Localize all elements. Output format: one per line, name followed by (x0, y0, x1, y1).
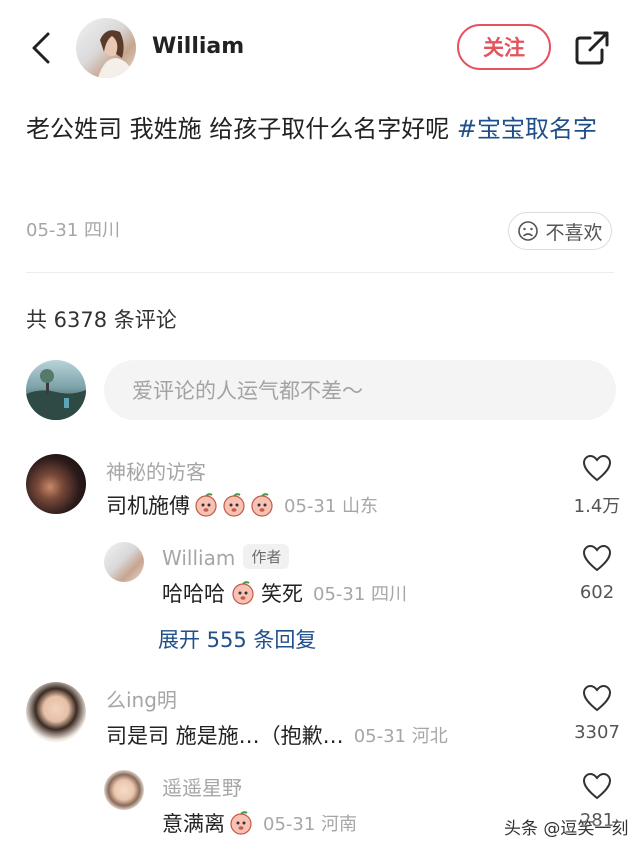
top-bar: William 关注 (0, 0, 640, 96)
divider (26, 272, 614, 273)
current-user-avatar (26, 360, 86, 420)
like-count: 602 (579, 582, 615, 603)
reply-author-name[interactable]: William (162, 546, 235, 570)
follow-button[interactable]: 关注 (457, 24, 551, 70)
comment-author[interactable]: 么ing明 (106, 684, 177, 713)
comment-body: 司机施傅 (106, 494, 190, 518)
post-meta: 05-31 四川 (26, 220, 121, 241)
comment-body: 意满离 (162, 812, 225, 836)
like-count: 3307 (574, 722, 620, 743)
share-icon (575, 31, 609, 65)
heart-icon (582, 544, 612, 572)
comment-text: 司机施傅 05-31 山东 (106, 490, 378, 520)
comment-item: 么ing明 司是司 施是施…（抱歉… 05-31 河北 3307 (0, 678, 640, 758)
like-count: 1.4万 (573, 496, 621, 517)
author-avatar[interactable] (76, 18, 136, 78)
heart-icon (582, 684, 612, 712)
hashtag-link[interactable]: #宝宝取名字 (457, 115, 597, 143)
comment-body: 司是司 施是施…（抱歉… (106, 724, 344, 748)
comment-meta: 05-31 四川 (313, 584, 408, 605)
post-text: 老公姓司 我姓施 给孩子取什么名字好呢 #宝宝取名字 (26, 108, 616, 150)
peach-emoji-icon (195, 493, 217, 517)
expand-replies-link[interactable]: 展开 555 条回复 (158, 624, 316, 654)
comment-body: 哈哈哈 (162, 582, 225, 606)
comment-meta: 05-31 山东 (284, 496, 379, 517)
comment-meta: 05-31 河南 (263, 814, 358, 835)
comment-item: 神秘的访客 司机施傅 05-31 山东 1.4万 (0, 448, 640, 528)
share-button[interactable] (572, 28, 612, 68)
heart-icon (582, 772, 612, 800)
chevron-left-icon (32, 32, 50, 64)
comment-text: 意满离 05-31 河南 (162, 808, 357, 838)
avatar[interactable] (26, 682, 86, 742)
comment-input[interactable]: 爱评论的人运气都不差～ (104, 360, 616, 420)
peach-emoji-icon (223, 493, 245, 517)
author-name[interactable]: William (152, 34, 244, 59)
avatar[interactable] (26, 454, 86, 514)
reply-item: William 作者 哈哈哈 笑死 05-31 四川 602 展开 555 条回复 (0, 538, 640, 668)
sad-face-icon (518, 221, 539, 241)
comment-text: 哈哈哈 笑死 05-31 四川 (162, 578, 407, 608)
comment-text: 司是司 施是施…（抱歉… 05-31 河北 (106, 720, 448, 750)
avatar[interactable] (104, 770, 144, 810)
peach-emoji-icon (232, 581, 254, 605)
peach-emoji-icon (230, 811, 252, 835)
post-body: 老公姓司 我姓施 给孩子取什么名字好呢 (26, 115, 457, 143)
watermark: 头条 @逗笑一刻 (504, 819, 629, 839)
comment-author[interactable]: 神秘的访客 (106, 456, 206, 485)
like-button[interactable]: 1.4万 (567, 454, 627, 518)
avatar[interactable] (104, 542, 144, 582)
peach-emoji-icon (251, 493, 273, 517)
comment-count: 共 6378 条评论 (26, 308, 177, 332)
comment-meta: 05-31 河北 (353, 726, 448, 747)
author-badge: 作者 (243, 544, 290, 569)
back-button[interactable] (26, 28, 56, 68)
dislike-label: 不喜欢 (545, 221, 603, 244)
heart-icon (582, 454, 612, 482)
like-button[interactable]: 602 (567, 544, 627, 603)
dislike-button[interactable]: 不喜欢 (508, 212, 612, 250)
comment-author[interactable]: 遥遥星野 (162, 772, 242, 801)
comment-body-continued: 笑死 (261, 582, 303, 606)
like-button[interactable]: 3307 (567, 684, 627, 743)
comment-author[interactable]: William 作者 (162, 544, 290, 570)
